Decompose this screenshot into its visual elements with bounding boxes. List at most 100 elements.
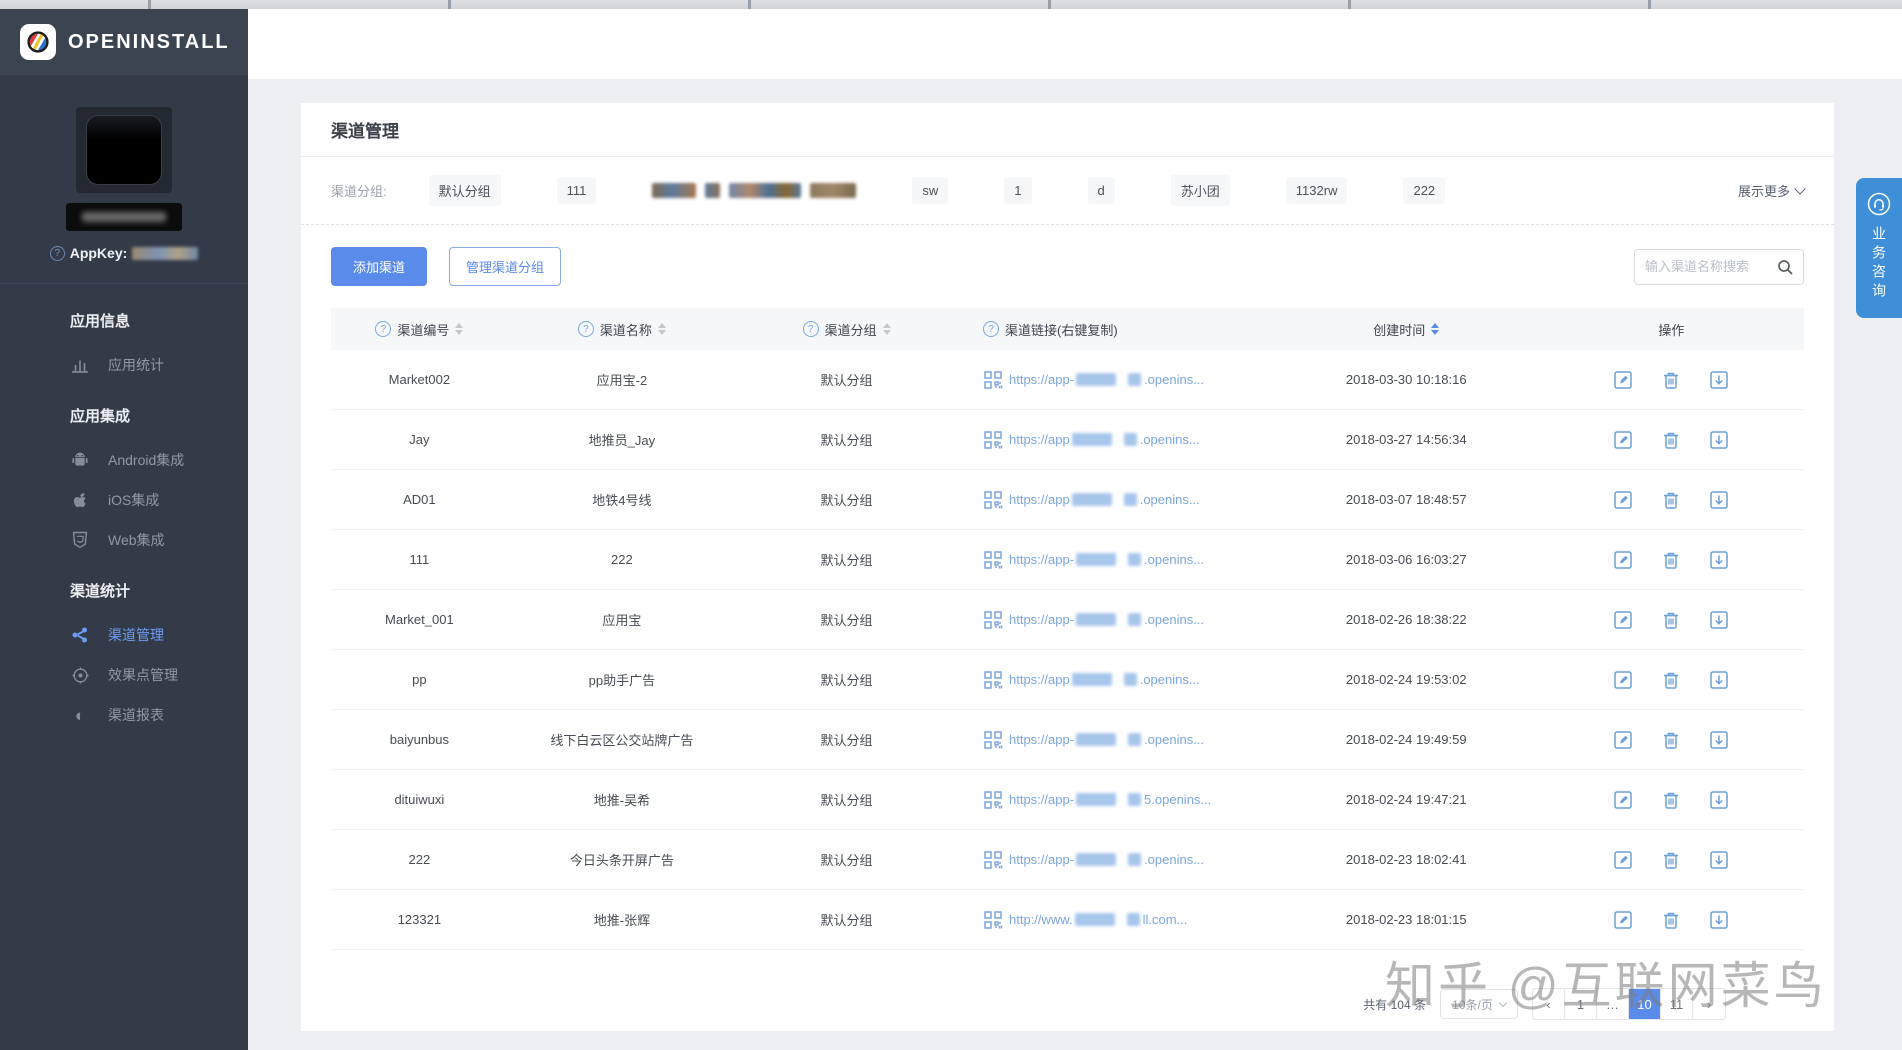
channel-link[interactable]: https://app- 5.openins... <box>1009 792 1211 807</box>
qr-code-icon[interactable] <box>983 910 1003 930</box>
page-number[interactable]: 11 <box>1661 989 1693 1019</box>
help-icon[interactable]: ? <box>50 246 65 261</box>
delete-icon[interactable] <box>1660 669 1682 691</box>
download-icon[interactable] <box>1708 489 1730 511</box>
sidebar-item-android[interactable]: Android集成 <box>70 450 248 470</box>
edit-icon[interactable] <box>1612 489 1634 511</box>
filter-group-item[interactable]: 1132rw <box>1286 177 1348 204</box>
manage-groups-button[interactable]: 管理渠道分组 <box>449 247 561 286</box>
table-row: AD01 地铁4号线 默认分组 <box>331 470 1804 530</box>
sidebar-item-effect-points[interactable]: 效果点管理 <box>70 665 248 685</box>
header-channel-name[interactable]: ? 渠道名称 <box>508 320 736 339</box>
sidebar-item-app-stats[interactable]: 应用统计 <box>70 355 248 375</box>
page-number-active[interactable]: 10 <box>1629 989 1661 1019</box>
channel-link[interactable]: https://app .openins... <box>1009 432 1200 447</box>
filter-group-item[interactable]: 默认分组 <box>429 175 501 206</box>
download-icon[interactable] <box>1708 849 1730 871</box>
header-created-time[interactable]: 创建时间 <box>1274 320 1539 339</box>
delete-icon[interactable] <box>1660 729 1682 751</box>
help-icon[interactable]: ? <box>983 321 999 337</box>
delete-icon[interactable] <box>1660 609 1682 631</box>
qr-code-icon[interactable] <box>983 550 1003 570</box>
sort-icon[interactable] <box>455 323 463 335</box>
edit-icon[interactable] <box>1612 669 1634 691</box>
download-icon[interactable] <box>1708 429 1730 451</box>
filter-group-item[interactable]: 222 <box>1403 177 1445 204</box>
help-icon[interactable]: ? <box>375 321 391 337</box>
sidebar-item-channel-report[interactable]: ◐ 渠道报表 <box>70 705 248 725</box>
help-icon[interactable]: ? <box>578 321 594 337</box>
page-ellipsis[interactable]: … <box>1597 989 1629 1019</box>
edit-icon[interactable] <box>1612 609 1634 631</box>
edit-icon[interactable] <box>1612 849 1634 871</box>
bar-chart-icon <box>70 357 90 373</box>
delete-icon[interactable] <box>1660 789 1682 811</box>
channel-link[interactable]: https://app- .openins... <box>1009 372 1204 387</box>
table-row: 111 222 默认分组 <box>331 530 1804 590</box>
edit-icon[interactable] <box>1612 369 1634 391</box>
channel-link[interactable]: https://app- .openins... <box>1009 732 1204 747</box>
download-icon[interactable] <box>1708 669 1730 691</box>
sort-icon[interactable] <box>658 323 666 335</box>
page-number[interactable]: 1 <box>1565 989 1597 1019</box>
download-icon[interactable] <box>1708 729 1730 751</box>
search-icon[interactable] <box>1777 259 1793 275</box>
consult-label: 业务咨询 <box>1869 226 1889 302</box>
sidebar-item-ios[interactable]: iOS集成 <box>70 490 248 510</box>
qr-code-icon[interactable] <box>983 430 1003 450</box>
edit-icon[interactable] <box>1612 429 1634 451</box>
qr-code-icon[interactable] <box>983 670 1003 690</box>
logo-band: OPENINSTALL <box>0 9 248 75</box>
delete-icon[interactable] <box>1660 369 1682 391</box>
delete-icon[interactable] <box>1660 489 1682 511</box>
edit-icon[interactable] <box>1612 729 1634 751</box>
sidebar-item-channel-management[interactable]: 渠道管理 <box>70 625 248 645</box>
download-icon[interactable] <box>1708 549 1730 571</box>
download-icon[interactable] <box>1708 909 1730 931</box>
page-size-select[interactable]: 10条/页 <box>1440 989 1518 1019</box>
delete-icon[interactable] <box>1660 849 1682 871</box>
row-actions <box>1612 369 1730 391</box>
sort-icon[interactable] <box>1431 323 1439 335</box>
sidebar-item-web[interactable]: Web集成 <box>70 530 248 550</box>
sidebar-item-label: Android集成 <box>108 450 184 470</box>
qr-code-icon[interactable] <box>983 730 1003 750</box>
qr-code-icon[interactable] <box>983 610 1003 630</box>
download-icon[interactable] <box>1708 789 1730 811</box>
filter-group-item[interactable]: 111 <box>557 177 597 204</box>
delete-icon[interactable] <box>1660 909 1682 931</box>
edit-icon[interactable] <box>1612 789 1634 811</box>
download-icon[interactable] <box>1708 369 1730 391</box>
search-input[interactable] <box>1645 259 1777 274</box>
qr-code-icon[interactable] <box>983 490 1003 510</box>
next-page-button[interactable]: › <box>1693 989 1725 1019</box>
channel-link[interactable]: https://app .openins... <box>1009 672 1200 687</box>
channel-link[interactable]: https://app- .openins... <box>1009 552 1204 567</box>
header-channel-group[interactable]: ? 渠道分组 <box>736 320 957 339</box>
prev-page-button[interactable]: ‹ <box>1533 989 1565 1019</box>
edit-icon[interactable] <box>1612 909 1634 931</box>
qr-code-icon[interactable] <box>983 850 1003 870</box>
add-channel-button[interactable]: 添加渠道 <box>331 247 427 286</box>
channel-link[interactable]: https://app .openins... <box>1009 492 1200 507</box>
qr-code-icon[interactable] <box>983 790 1003 810</box>
delete-icon[interactable] <box>1660 549 1682 571</box>
filter-group-item[interactable]: 1 <box>1004 177 1031 204</box>
filter-group-item[interactable]: sw <box>912 177 948 204</box>
channel-link[interactable]: http://www. ll.com... <box>1009 912 1187 927</box>
header-channel-code[interactable]: ? 渠道编号 <box>331 320 508 339</box>
show-more-button[interactable]: 展示更多 <box>1738 181 1804 200</box>
table-row: pp pp助手广告 默认分组 <box>331 650 1804 710</box>
channel-link[interactable]: https://app- .openins... <box>1009 612 1204 627</box>
filter-group-item[interactable]: 苏小团 <box>1171 175 1230 206</box>
sort-icon[interactable] <box>883 323 891 335</box>
help-icon[interactable]: ? <box>803 321 819 337</box>
filter-group-item[interactable]: d <box>1088 177 1115 204</box>
delete-icon[interactable] <box>1660 429 1682 451</box>
business-consult-tab[interactable]: 业务咨询 <box>1856 178 1902 318</box>
channel-group: 默认分组 <box>736 550 957 569</box>
download-icon[interactable] <box>1708 609 1730 631</box>
qr-code-icon[interactable] <box>983 370 1003 390</box>
channel-link[interactable]: https://app- .openins... <box>1009 852 1204 867</box>
edit-icon[interactable] <box>1612 549 1634 571</box>
